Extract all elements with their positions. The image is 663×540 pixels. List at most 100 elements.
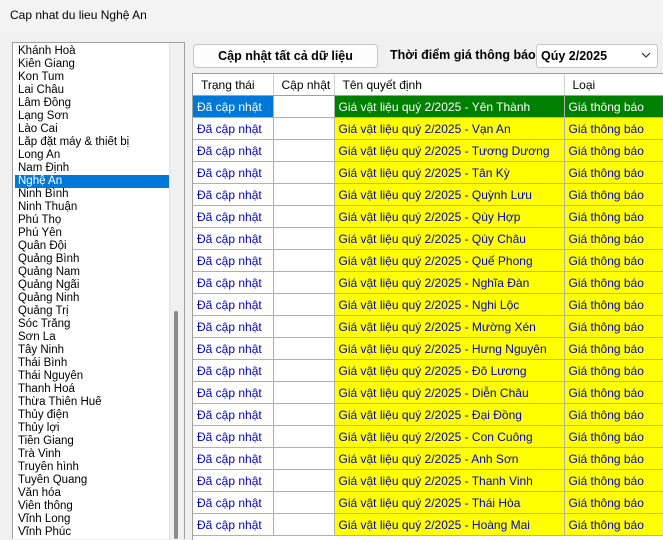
province-list-item[interactable]: Long An: [15, 149, 169, 162]
type-cell[interactable]: Giá thông báo: [564, 271, 663, 294]
column-header-type[interactable]: Loại: [564, 74, 663, 96]
update-cell[interactable]: [273, 425, 335, 448]
decision-name-cell[interactable]: Giá vật liệu quý 2/2025 - Thanh Vinh: [334, 469, 565, 492]
type-cell[interactable]: Giá thông báo: [564, 469, 663, 492]
table-row[interactable]: Đã cập nhật Giá vật liệu quý 2/2025 - Vạn…: [193, 117, 663, 140]
type-cell[interactable]: Giá thông báo: [564, 249, 663, 272]
status-cell[interactable]: Đã cập nhật: [193, 249, 274, 272]
update-cell[interactable]: [273, 249, 335, 272]
table-row[interactable]: Đã cập nhật Giá vật liệu quý 2/2025 - Quế…: [193, 249, 663, 272]
update-cell[interactable]: [273, 359, 335, 382]
type-cell[interactable]: Giá thông báo: [564, 381, 663, 404]
province-list-item[interactable]: Quảng Nam: [15, 266, 169, 279]
status-cell[interactable]: Đã cập nhật: [193, 227, 274, 250]
decision-name-cell[interactable]: Giá vật liệu quý 2/2025 - Diễn Châu: [334, 381, 565, 404]
status-cell[interactable]: Đã cập nhật: [193, 139, 274, 162]
province-list-item[interactable]: Thanh Hoá: [15, 383, 169, 396]
province-list-item[interactable]: Ninh Thuận: [15, 201, 169, 214]
type-cell[interactable]: Giá thông báo: [564, 403, 663, 426]
update-cell[interactable]: [273, 117, 335, 140]
decision-name-cell[interactable]: Giá vật liệu quý 2/2025 - Quỳnh Lưu: [334, 183, 565, 206]
province-list-item[interactable]: Sơn La: [15, 331, 169, 344]
province-list-item[interactable]: Khánh Hoà: [15, 45, 169, 58]
decision-name-cell[interactable]: Giá vật liệu quý 2/2025 - Tương Dương: [334, 139, 565, 162]
type-cell[interactable]: Giá thông báo: [564, 359, 663, 382]
province-list-item[interactable]: Trà Vinh: [15, 448, 169, 461]
table-row[interactable]: Đã cập nhật Giá vật liệu quý 2/2025 - Diễ…: [193, 381, 663, 404]
table-row[interactable]: Đã cập nhật Giá vật liệu quý 2/2025 - Quỳ…: [193, 183, 663, 206]
province-list-item[interactable]: Thủy lợi: [15, 422, 169, 435]
decision-name-cell[interactable]: Giá vật liệu quý 2/2025 - Hưng Nguyên: [334, 337, 565, 360]
status-cell[interactable]: Đã cập nhật: [193, 293, 274, 316]
province-list-item[interactable]: Lắp đặt máy & thiết bị: [15, 136, 169, 149]
decision-name-cell[interactable]: Giá vật liệu quý 2/2025 - Anh Sơn: [334, 447, 565, 470]
province-list-item[interactable]: Thái Bình: [15, 357, 169, 370]
decision-name-cell[interactable]: Giá vật liệu quý 2/2025 - Đô Lương: [334, 359, 565, 382]
type-cell[interactable]: Giá thông báo: [564, 447, 663, 470]
province-list-item[interactable]: Phú Thọ: [15, 214, 169, 227]
status-cell[interactable]: Đã cập nhật: [193, 381, 274, 404]
update-cell[interactable]: [273, 95, 335, 118]
status-cell[interactable]: Đã cập nhật: [193, 447, 274, 470]
status-cell[interactable]: Đã cập nhật: [193, 183, 274, 206]
table-row[interactable]: Đã cập nhật Giá vật liệu quý 2/2025 - Qùy…: [193, 227, 663, 250]
status-cell[interactable]: Đã cập nhật: [193, 469, 274, 492]
table-row[interactable]: Đã cập nhật Giá vật liệu quý 2/2025 - Đại…: [193, 403, 663, 426]
status-cell[interactable]: Đã cập nhật: [193, 161, 274, 184]
type-cell[interactable]: Giá thông báo: [564, 95, 663, 118]
table-row[interactable]: Đã cập nhật Giá vật liệu quý 2/2025 - Yên…: [193, 95, 663, 118]
province-list-item[interactable]: Thủy điện: [15, 409, 169, 422]
table-row[interactable]: Đã cập nhật Giá vật liệu quý 2/2025 - Hưn…: [193, 337, 663, 360]
province-list-item[interactable]: Tây Ninh: [15, 344, 169, 357]
province-list-item[interactable]: Quảng Bình: [15, 253, 169, 266]
province-list-item[interactable]: Kon Tum: [15, 71, 169, 84]
table-row[interactable]: Đã cập nhật Giá vật liệu quý 2/2025 - Qùy…: [193, 205, 663, 228]
type-cell[interactable]: Giá thông báo: [564, 425, 663, 448]
province-list-item[interactable]: Quảng Ngãi: [15, 279, 169, 292]
province-list-item[interactable]: Tuyên Quang: [15, 474, 169, 487]
decision-name-cell[interactable]: Giá vật liệu quý 2/2025 - Vạn An: [334, 117, 565, 140]
table-row[interactable]: Đã cập nhật Giá vật liệu quý 2/2025 - Mườ…: [193, 315, 663, 338]
update-cell[interactable]: [273, 491, 335, 514]
status-cell[interactable]: Đã cập nhật: [193, 359, 274, 382]
province-list-item[interactable]: Văn hóa: [15, 487, 169, 500]
status-cell[interactable]: Đã cập nhật: [193, 513, 274, 536]
table-row[interactable]: Đã cập nhật Giá vật liệu quý 2/2025 - Tha…: [193, 469, 663, 492]
province-list-item[interactable]: Phú Yên: [15, 227, 169, 240]
province-list-item[interactable]: Quân Đội: [15, 240, 169, 253]
province-list-item[interactable]: Thái Nguyên: [15, 370, 169, 383]
province-list-item[interactable]: Lạng Sơn: [15, 110, 169, 123]
decision-name-cell[interactable]: Giá vật liệu quý 2/2025 - Nghi Lộc: [334, 293, 565, 316]
table-row[interactable]: Đã cập nhật Giá vật liệu quý 2/2025 - Ngh…: [193, 293, 663, 316]
update-cell[interactable]: [273, 271, 335, 294]
type-cell[interactable]: Giá thông báo: [564, 491, 663, 514]
province-list-item[interactable]: Thừa Thiên Huế: [15, 396, 169, 409]
province-list-item[interactable]: Lào Cai: [15, 123, 169, 136]
type-cell[interactable]: Giá thông báo: [564, 161, 663, 184]
update-cell[interactable]: [273, 205, 335, 228]
type-cell[interactable]: Giá thông báo: [564, 139, 663, 162]
type-cell[interactable]: Giá thông báo: [564, 293, 663, 316]
table-row[interactable]: Đã cập nhật Giá vật liệu quý 2/2025 - Thá…: [193, 491, 663, 514]
decision-name-cell[interactable]: Giá vật liệu quý 2/2025 - Qùy Hợp: [334, 205, 565, 228]
province-list-scrollbar[interactable]: [169, 43, 184, 539]
decisions-grid[interactable]: Trạng thái Cập nhật Tên quyết định Loại …: [192, 73, 663, 540]
update-cell[interactable]: [273, 293, 335, 316]
province-list-item[interactable]: Truyền hình: [15, 461, 169, 474]
table-row[interactable]: Đã cập nhật Giá vật liệu quý 2/2025 - Tân…: [193, 161, 663, 184]
status-cell[interactable]: Đã cập nhật: [193, 205, 274, 228]
decision-name-cell[interactable]: Giá vật liệu quý 2/2025 - Qùy Châu: [334, 227, 565, 250]
province-list-item[interactable]: Lai Châu: [15, 84, 169, 97]
update-cell[interactable]: [273, 183, 335, 206]
type-cell[interactable]: Giá thông báo: [564, 205, 663, 228]
table-row[interactable]: Đã cập nhật Giá vật liệu quý 2/2025 - Con…: [193, 425, 663, 448]
decision-name-cell[interactable]: Giá vật liệu quý 2/2025 - Tân Kỳ: [334, 161, 565, 184]
province-list-item[interactable]: Nam Định: [15, 162, 169, 175]
update-cell[interactable]: [273, 469, 335, 492]
decision-name-cell[interactable]: Giá vật liệu quý 2/2025 - Hoàng Mai: [334, 513, 565, 536]
province-list-item[interactable]: Viễn thông: [15, 500, 169, 513]
province-list-item[interactable]: Quảng Trị: [15, 305, 169, 318]
province-list-item[interactable]: Sóc Trăng: [15, 318, 169, 331]
table-row[interactable]: Đã cập nhật Giá vật liệu quý 2/2025 - Hoà…: [193, 513, 663, 536]
status-cell[interactable]: Đã cập nhật: [193, 491, 274, 514]
